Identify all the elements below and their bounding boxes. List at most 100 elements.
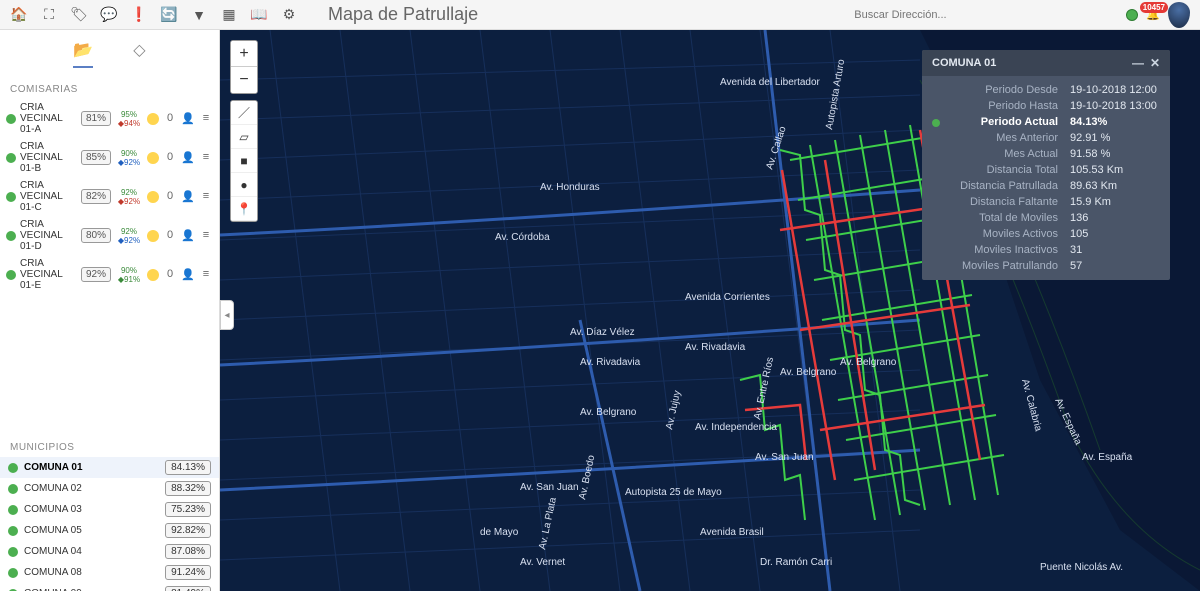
draw-rect-button[interactable]: ■	[231, 149, 257, 173]
street-label: Avenida Corrientes	[685, 292, 770, 303]
street-label: Av. San Juan	[520, 482, 579, 493]
user-icon[interactable]: 👤	[181, 190, 195, 204]
comisaria-row[interactable]: CRIA VECINAL 01-D80%92%◆92%0👤≡	[0, 216, 219, 255]
main: 📂 ◇ COMISARIAS CRIA VECINAL 01-A81%95%◆9…	[0, 30, 1200, 591]
info-panel-body: Periodo Desde19-10-2018 12:00Periodo Has…	[922, 76, 1170, 280]
street-label: Av. Córdoba	[495, 232, 550, 243]
comisaria-row[interactable]: CRIA VECINAL 01-C82%92%◆92%0👤≡	[0, 177, 219, 216]
info-row: Mes Anterior92.91 %	[932, 130, 1160, 146]
comisaria-row[interactable]: CRIA VECINAL 01-E92%90%◆91%0👤≡	[0, 255, 219, 294]
municipio-row[interactable]: COMUNA 05 92.82%	[0, 520, 219, 541]
refresh-button[interactable]: 🔄	[154, 1, 184, 29]
tab-layers[interactable]: ◇	[133, 40, 145, 68]
status-dot	[8, 463, 18, 473]
zero-count: 0	[163, 151, 177, 165]
draw-line-button[interactable]: ／	[231, 101, 257, 125]
list-icon[interactable]: ≡	[199, 112, 213, 126]
tab-folder[interactable]: 📂	[73, 40, 93, 68]
logo-shield	[1168, 2, 1190, 28]
municipio-name: COMUNA 05	[24, 525, 159, 536]
info-button[interactable]: ❗	[124, 1, 154, 29]
list-icon[interactable]: ≡	[199, 268, 213, 282]
info-panel-title: COMUNA 01	[932, 57, 1126, 69]
municipio-row[interactable]: COMUNA 0184.13%	[0, 457, 219, 478]
info-row: Distancia Total105.53 Km	[932, 162, 1160, 178]
street-label: Av. Independencia	[695, 422, 777, 433]
crop-button[interactable]: ⛶	[34, 1, 64, 29]
tag-button[interactable]: 🏷	[64, 1, 94, 29]
sun-icon	[147, 191, 159, 203]
notification-badge: 10457	[1140, 2, 1168, 13]
refresh-icon: 🔄	[160, 6, 177, 23]
micro-stats: 90%◆91%	[115, 266, 143, 284]
street-label: de Mayo	[480, 527, 519, 538]
gear-button[interactable]: ⚙	[274, 1, 304, 29]
draw-point-button[interactable]: 📍	[231, 197, 257, 221]
percent-badge: 92.82%	[165, 523, 211, 538]
info-value: 31	[1070, 244, 1160, 256]
notifications[interactable]: 🔔 10457	[1146, 8, 1160, 21]
percent-badge: 75.23%	[165, 502, 211, 517]
list-icon[interactable]: ≡	[199, 151, 213, 165]
filter-button[interactable]: ▼	[184, 1, 214, 29]
comisaria-row[interactable]: CRIA VECINAL 01-B85%90%◆92%0👤≡	[0, 138, 219, 177]
book-icon: 📖	[250, 6, 267, 23]
comisaria-name: CRIA VECINAL 01-C	[20, 180, 77, 213]
percent-badge: 92%	[81, 267, 111, 282]
municipio-row[interactable]: COMUNA 0981.49%	[0, 583, 219, 591]
user-icon[interactable]: 👤	[181, 229, 195, 243]
info-panel-header: COMUNA 01 — ✕	[922, 50, 1170, 76]
comisaria-row[interactable]: CRIA VECINAL 01-A81%95%◆94%0👤≡	[0, 99, 219, 138]
municipio-row[interactable]: COMUNA 0288.32%	[0, 478, 219, 499]
status-dot	[8, 505, 18, 515]
street-label: Avenida Brasil	[700, 527, 764, 538]
municipio-row[interactable]: COMUNA 0891.24%	[0, 562, 219, 583]
status-dot	[6, 192, 16, 202]
info-value: 92.91 %	[1070, 132, 1160, 144]
street-label: Av. Honduras	[540, 182, 600, 193]
zoom-in-button[interactable]: +	[231, 41, 257, 67]
list-icon[interactable]: ≡	[199, 190, 213, 204]
info-row: Periodo Desde19-10-2018 12:00	[932, 82, 1160, 98]
sidebar-toggle-handle[interactable]: ◂	[220, 300, 234, 330]
municipio-row[interactable]: COMUNA 0487.08%	[0, 541, 219, 562]
table-button[interactable]: ▦	[214, 1, 244, 29]
info-value: 89.63 Km	[1070, 180, 1160, 192]
municipio-row[interactable]: COMUNA 0375.23%	[0, 499, 219, 520]
info-icon: ❗	[130, 6, 147, 23]
search-input[interactable]	[846, 5, 1126, 25]
zoom-out-button[interactable]: −	[231, 67, 257, 93]
home-button[interactable]: 🏠	[4, 1, 34, 29]
user-icon[interactable]: 👤	[181, 151, 195, 165]
info-value: 19-10-2018 12:00	[1070, 84, 1160, 96]
micro-stats: 90%◆92%	[115, 149, 143, 167]
list-icon[interactable]: ≡	[199, 229, 213, 243]
comment-icon: 💬	[100, 6, 117, 23]
percent-badge: 87.08%	[165, 544, 211, 559]
book-button[interactable]: 📖	[244, 1, 274, 29]
status-dot	[932, 119, 940, 127]
info-value: 105	[1070, 228, 1160, 240]
info-key: Distancia Faltante	[932, 196, 1070, 208]
percent-badge: 81.49%	[165, 586, 211, 591]
comment-button[interactable]: 💬	[94, 1, 124, 29]
user-icon[interactable]: 👤	[181, 268, 195, 282]
gear-icon: ⚙	[283, 6, 296, 23]
draw-polygon-button[interactable]: ▱	[231, 125, 257, 149]
user-icon[interactable]: 👤	[181, 112, 195, 126]
street-label: Av. Rivadavia	[685, 342, 746, 353]
street-label: Av. Belgrano	[580, 407, 637, 418]
info-row: Periodo Actual84.13%	[932, 114, 1160, 130]
info-value: 15.9 Km	[1070, 196, 1160, 208]
map-area[interactable]: Av. HondurasAv. CórdobaAv. CallaoAvenida…	[220, 30, 1200, 591]
draw-circle-button[interactable]: ●	[231, 173, 257, 197]
home-icon: 🏠	[10, 6, 27, 23]
toolbar: 🏠 ⛶🏷 💬 ❗ 🔄 ▼▦ 📖 ⚙	[0, 1, 308, 29]
street-label: Av. Belgrano	[780, 367, 837, 378]
page-title: Mapa de Patrullaje	[328, 4, 846, 25]
percent-badge: 91.24%	[165, 565, 211, 580]
percent-badge: 81%	[81, 111, 111, 126]
close-icon[interactable]: ✕	[1150, 56, 1160, 70]
info-row: Moviles Inactivos31	[932, 242, 1160, 258]
minimize-icon[interactable]: —	[1132, 56, 1144, 70]
